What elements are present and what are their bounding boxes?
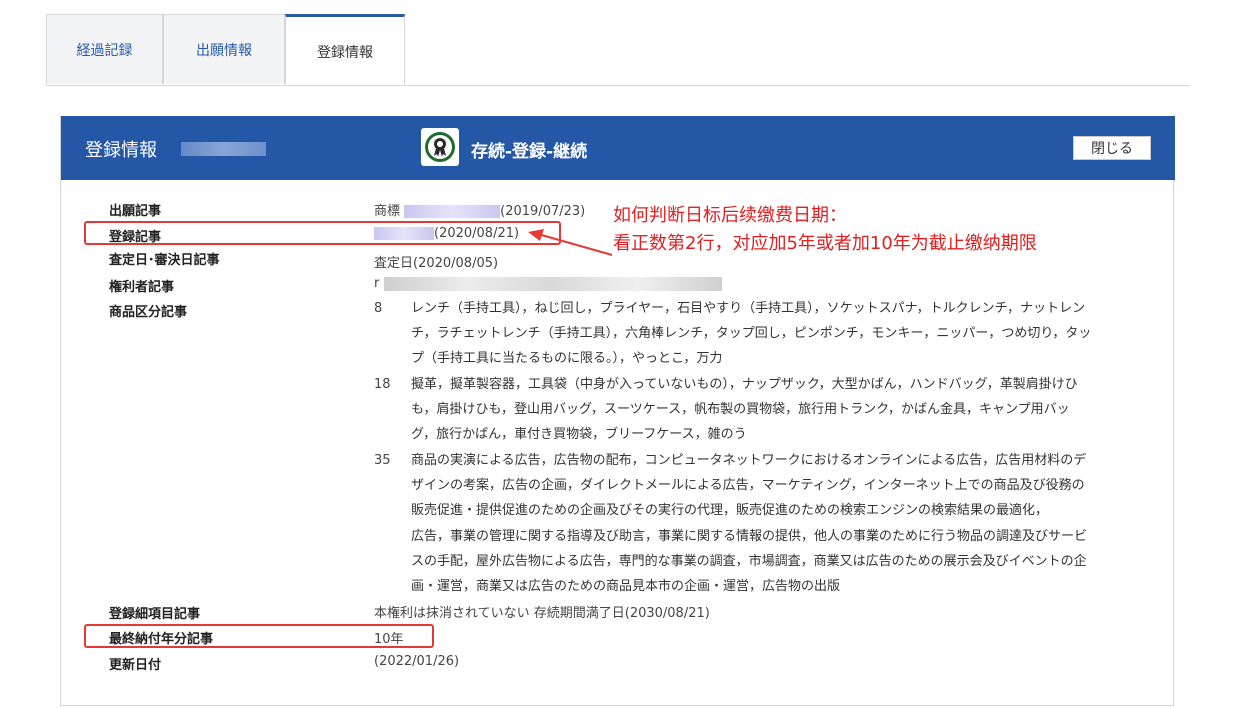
row-label: 商品区分記事 bbox=[109, 305, 188, 320]
tab-label: 経過記録 bbox=[76, 42, 133, 59]
row-updated: 更新日付 (2022/01/26) bbox=[109, 654, 1129, 673]
row-owner: 権利者記事 r bbox=[109, 276, 1129, 295]
tab-label: 登録情報 bbox=[317, 44, 373, 61]
panel-header: 登録情報 存続-登録-継続 閉じる bbox=[61, 116, 1175, 180]
redacted-number bbox=[181, 142, 266, 156]
class-number: 35 bbox=[374, 453, 391, 468]
close-button[interactable]: 閉じる bbox=[1073, 136, 1151, 160]
annotation-text-line2: 看正数第2行，对应加5年或者加10年为截止缴纳期限 bbox=[613, 233, 1037, 254]
class-item: 35 商品の実演による広告，広告物の配布，コンピュータネットワークにおけるオンラ… bbox=[374, 448, 1094, 596]
tab-label: 出願情報 bbox=[196, 42, 252, 59]
class-number: 18 bbox=[374, 377, 391, 392]
class-number: 8 bbox=[374, 301, 383, 316]
tab-application-info[interactable]: 出願情報 bbox=[163, 14, 285, 84]
class-text: レンチ（手持工具），ねじ回し，プライヤー，石目やすり（手持工具），ソケットスパナ… bbox=[411, 301, 1092, 366]
tab-divider bbox=[46, 85, 1190, 86]
row-value: 本権利は抹消されていない 存続期間満了日(2030/08/21) bbox=[374, 606, 710, 621]
award-medal-icon bbox=[421, 128, 459, 166]
application-prefix: 商標 bbox=[374, 204, 401, 219]
row-label: 出願記事 bbox=[109, 204, 162, 219]
class-item: 8 レンチ（手持工具），ねじ回し，プライヤー，石目やすり（手持工具），ソケットス… bbox=[374, 296, 1094, 372]
class-text: 広告，事業の管理に関する指導及び助言，事業に関する情報の提供，他人の事業のために… bbox=[411, 529, 1088, 594]
redacted-owner bbox=[383, 276, 722, 291]
tab-history[interactable]: 経過記録 bbox=[46, 14, 163, 84]
row-value: 査定日(2020/08/05) bbox=[374, 256, 499, 271]
row-value: (2022/01/26) bbox=[374, 654, 460, 669]
row-label: 権利者記事 bbox=[109, 280, 175, 295]
panel-title: 登録情報 bbox=[85, 140, 157, 161]
owner-text: r bbox=[374, 276, 380, 291]
row-label: 更新日付 bbox=[109, 658, 162, 673]
class-text: 擬革，擬革製容器，工具袋（中身が入っていないもの），ナップザック，大型かばん，ハ… bbox=[411, 377, 1078, 442]
row-label: 登録細項目記事 bbox=[109, 607, 201, 622]
status-text: 存続-登録-継続 bbox=[471, 142, 588, 162]
application-date: (2019/07/23) bbox=[500, 204, 586, 219]
row-detail: 登録細項目記事 本権利は抹消されていない 存続期間満了日(2030/08/21) bbox=[109, 603, 1129, 622]
annotation-box-registration bbox=[84, 221, 561, 245]
row-label: 査定日･審決日記事 bbox=[109, 253, 220, 268]
tab-registration-info[interactable]: 登録情報 bbox=[285, 14, 405, 86]
class-text: 商品の実演による広告，広告物の配布，コンピュータネットワークにおけるオンラインに… bbox=[411, 453, 1087, 518]
redacted-number bbox=[404, 205, 501, 218]
annotation-arrow-icon bbox=[528, 229, 613, 256]
class-item: 18 擬革，擬革製容器，工具袋（中身が入っていないもの），ナップザック，大型かば… bbox=[374, 372, 1094, 448]
row-value: 商標 (2019/07/23) bbox=[374, 200, 585, 219]
annotation-box-last-payment bbox=[84, 624, 434, 648]
annotation-text-line1: 如何判断日标后续缴费日期： bbox=[613, 205, 847, 226]
row-value: r bbox=[374, 276, 722, 291]
